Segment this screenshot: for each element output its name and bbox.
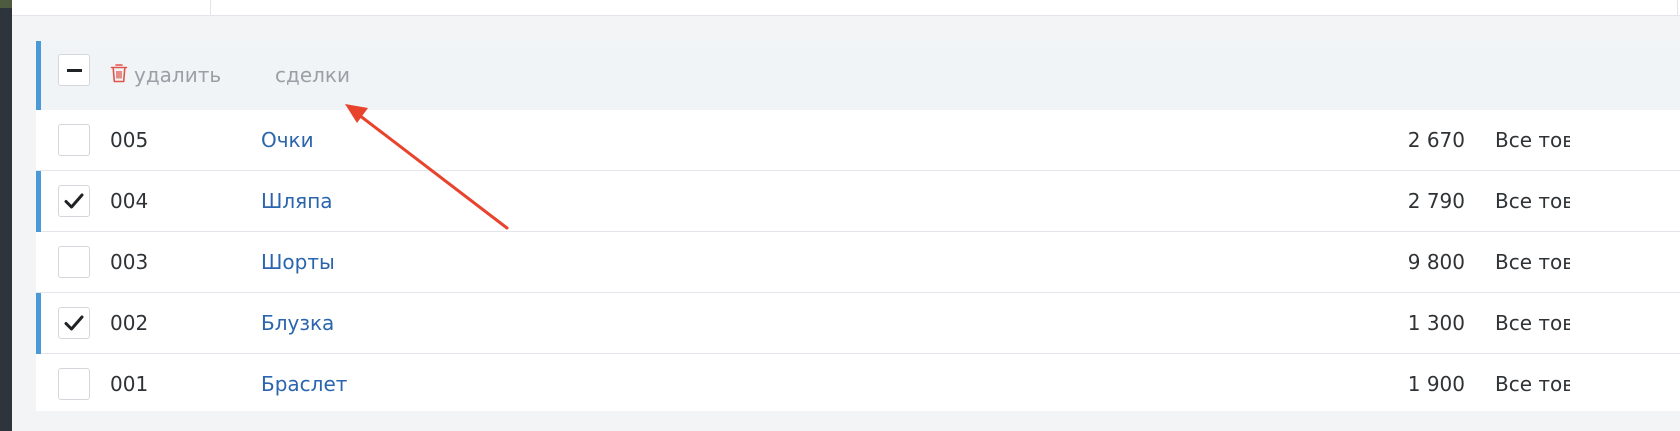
product-name-link[interactable]: Шляпа: [261, 171, 333, 232]
row-category: Все товары: [1495, 250, 1570, 274]
deals-button[interactable]: сделки: [275, 60, 350, 90]
bulk-actions-toolbar: удалить сделки: [36, 41, 1680, 110]
top-panel-divider-right: [1677, 0, 1678, 16]
row-id: 003: [110, 250, 149, 274]
table-row[interactable]: 003 Шорты 9 800 Все товары: [36, 232, 1680, 293]
row-category: Все товары: [1495, 311, 1570, 335]
minus-icon: [66, 68, 82, 72]
product-name-link[interactable]: Блузка: [261, 293, 334, 354]
product-name-link[interactable]: Шорты: [261, 232, 335, 293]
row-id: 002: [110, 311, 149, 335]
table-row[interactable]: 004 Шляпа 2 790 Все товары: [36, 171, 1680, 232]
row-checkbox[interactable]: [58, 307, 90, 339]
checkmark-icon: [64, 314, 84, 332]
toolbar-selection-marker: [36, 41, 41, 110]
row-id: 001: [110, 372, 149, 396]
sidebar-accent: [0, 0, 12, 8]
trash-icon: [110, 63, 128, 87]
row-price: 9 800: [1407, 250, 1465, 274]
product-name-link[interactable]: Очки: [261, 110, 314, 171]
row-category: Все товары: [1495, 128, 1570, 152]
row-category: Все товары: [1495, 372, 1570, 396]
row-id: 005: [110, 128, 149, 152]
row-checkbox[interactable]: [58, 368, 90, 400]
row-price: 2 790: [1407, 189, 1465, 213]
table-row[interactable]: 002 Блузка 1 300 Все товары: [36, 293, 1680, 354]
select-all-checkbox[interactable]: [58, 54, 90, 86]
row-selection-marker: [36, 293, 41, 354]
row-selection-marker: [36, 171, 41, 232]
checkmark-icon: [64, 192, 84, 210]
row-price: 2 670: [1407, 128, 1465, 152]
top-panel-divider: [210, 0, 211, 16]
delete-button[interactable]: удалить: [110, 60, 221, 90]
row-id: 004: [110, 189, 149, 213]
left-sidebar-edge: [0, 0, 12, 431]
top-panel: [12, 0, 1680, 16]
row-price: 1 300: [1407, 311, 1465, 335]
table-row[interactable]: 001 Браслет 1 900 Все товары: [36, 354, 1680, 415]
delete-label: удалить: [134, 63, 222, 87]
product-name-link[interactable]: Браслет: [261, 354, 347, 415]
row-category: Все товары: [1495, 189, 1570, 213]
row-checkbox[interactable]: [58, 246, 90, 278]
row-price: 1 900: [1407, 372, 1465, 396]
row-checkbox[interactable]: [58, 124, 90, 156]
products-table: удалить сделки 005Очки2 670Все товары004…: [36, 41, 1680, 411]
table-row[interactable]: 005 Очки 2 670 Все товары: [36, 110, 1680, 171]
row-checkbox[interactable]: [58, 185, 90, 217]
